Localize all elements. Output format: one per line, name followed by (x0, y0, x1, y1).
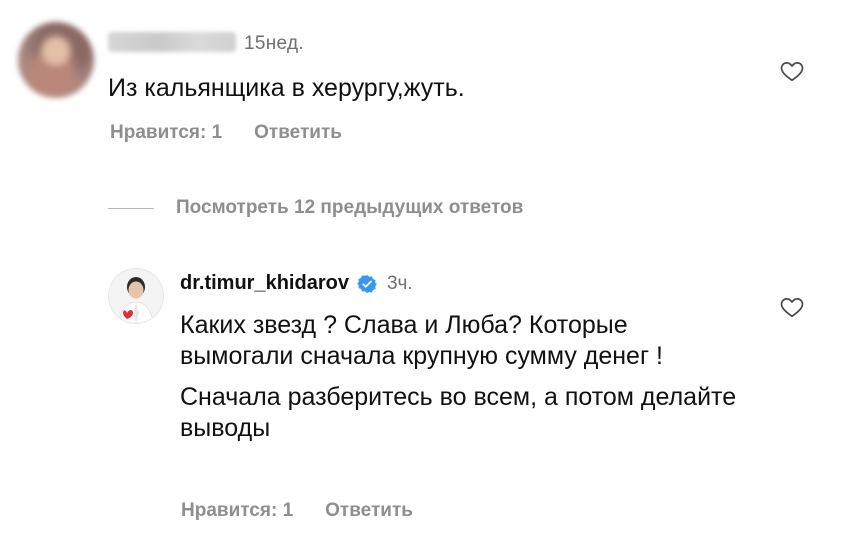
username-link[interactable]: dr.timur_khidarov (180, 272, 349, 295)
comment-paragraph: Каких звезд ? Слава и Люба? Которые вымо… (180, 311, 663, 370)
verified-badge-icon (356, 274, 377, 293)
reply-button[interactable]: Ответить (254, 122, 342, 144)
comment-time: 15нед. (244, 33, 304, 54)
avatar-portrait-icon (109, 269, 163, 323)
comment-text: Каких звезд ? Слава и Люба? Которые вымо… (180, 310, 740, 444)
comment-time: 3ч. (386, 272, 413, 294)
heart-outline-icon[interactable] (779, 294, 805, 320)
comment-header: dr.timur_khidarov 3ч. (180, 272, 413, 295)
view-replies-label[interactable]: Посмотреть 12 предыдущих ответов (176, 197, 523, 219)
comment-text: Из кальянщика в херургу,жуть. (108, 74, 465, 102)
reply-button[interactable]: Ответить (325, 500, 413, 522)
heart-outline-icon[interactable] (779, 58, 805, 84)
avatar-blurred[interactable] (18, 22, 94, 98)
username-blurred[interactable] (108, 32, 236, 52)
comment-actions: Нравится: 1 Ответить (110, 122, 342, 144)
likes-count-button[interactable]: Нравится: 1 (110, 122, 222, 144)
likes-count-button[interactable]: Нравится: 1 (181, 500, 293, 522)
avatar[interactable] (108, 268, 164, 324)
comment-actions: Нравится: 1 Ответить (181, 500, 413, 522)
comment-paragraph: Сначала разберитесь во всем, а потом дел… (180, 383, 737, 442)
view-previous-replies[interactable]: Посмотреть 12 предыдущих ответов (108, 197, 523, 219)
replies-divider-line (108, 207, 154, 209)
